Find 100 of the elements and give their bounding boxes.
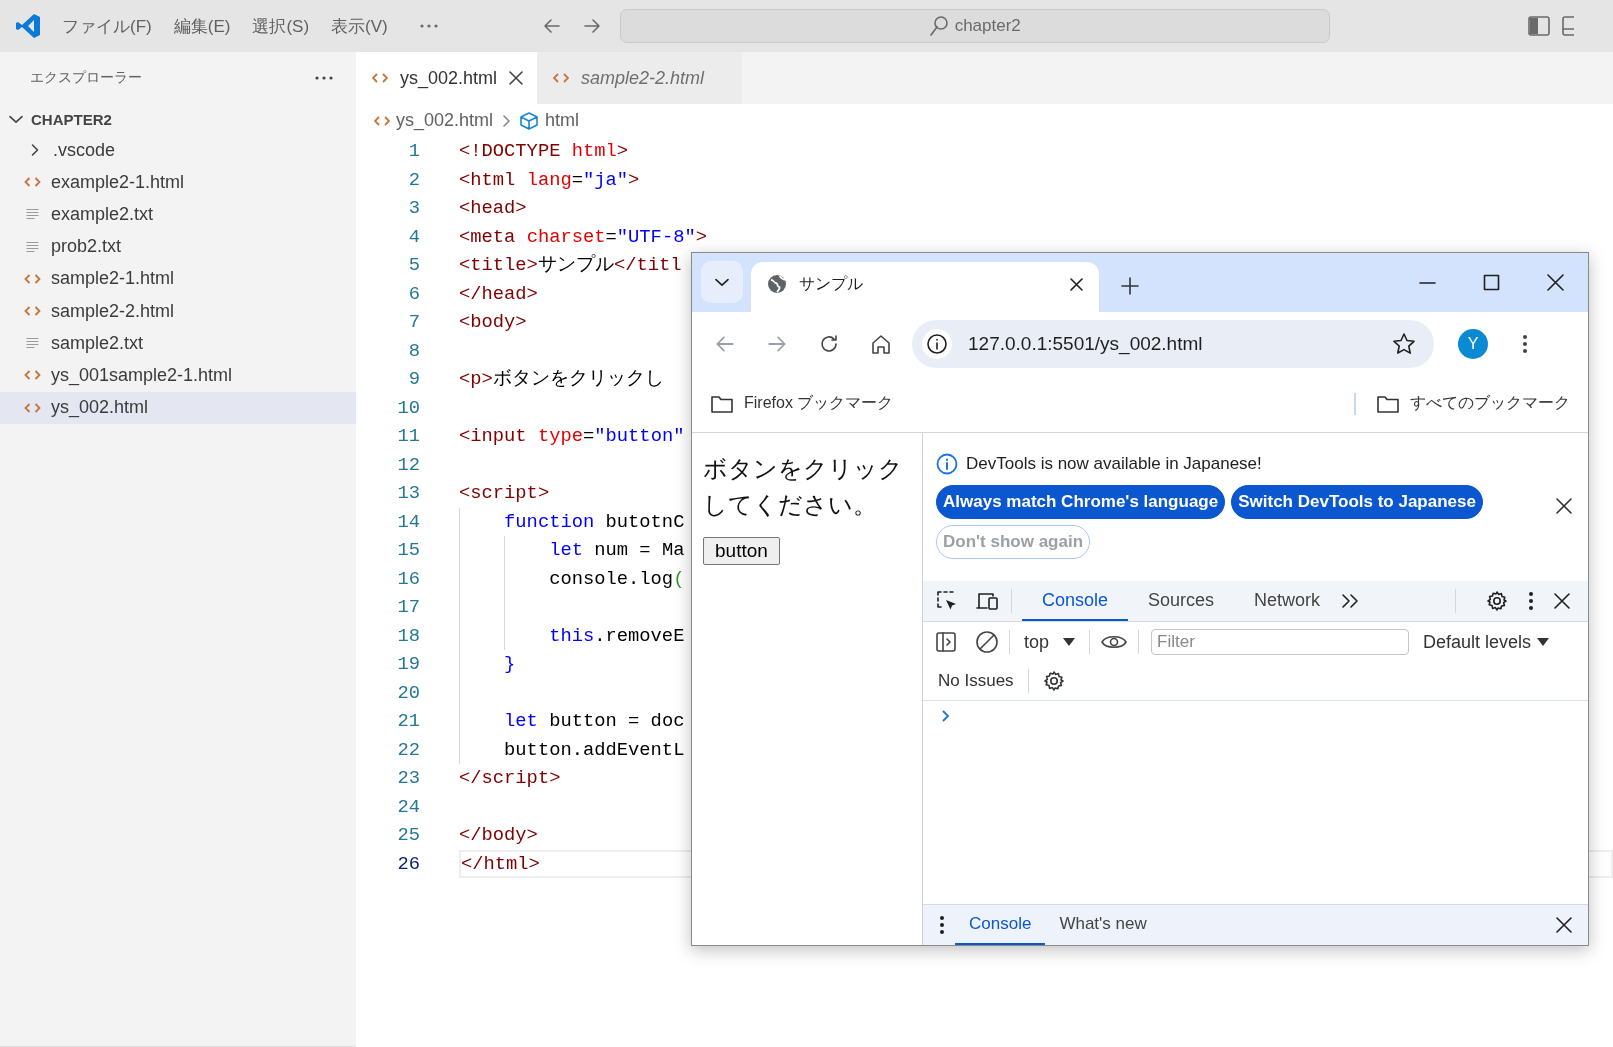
- file-item[interactable]: example2-1.html: [0, 166, 356, 199]
- line-number: 7: [407, 310, 420, 335]
- issues-settings-icon[interactable]: [1042, 670, 1065, 692]
- more-icon[interactable]: [418, 23, 439, 29]
- log-levels-dropdown[interactable]: Default levels: [1423, 631, 1550, 653]
- line-number: 24: [396, 794, 420, 820]
- close-tab-icon[interactable]: [1070, 277, 1083, 291]
- drawer-tab[interactable]: Console: [955, 905, 1046, 945]
- line-number: 23: [396, 766, 420, 791]
- line-number: 2: [407, 167, 420, 193]
- code-file-icon: [372, 72, 388, 84]
- code-file-icon: [24, 272, 41, 285]
- caret-icon: [1537, 638, 1550, 646]
- bookmark-folder[interactable]: すべてのブックマーク: [1376, 393, 1570, 414]
- breadcrumb-item[interactable]: ys_002.html: [396, 110, 494, 131]
- file-item[interactable]: sample2.txt: [0, 327, 356, 360]
- menu-icon[interactable]: [939, 915, 945, 935]
- line-number: 8: [407, 338, 420, 364]
- code-file-icon: [24, 369, 41, 382]
- menu-item[interactable]: ファイル(F): [51, 10, 163, 42]
- line-number: 12: [396, 452, 420, 478]
- line-number: 26: [396, 851, 420, 877]
- search-field[interactable]: chapter2: [619, 9, 1330, 43]
- line-number: 17: [396, 595, 420, 620]
- editor-tab[interactable]: ys_002.html: [356, 52, 538, 104]
- line-number: 21: [396, 709, 420, 734]
- close-icon[interactable]: [1556, 917, 1572, 933]
- file-item[interactable]: .vscode: [0, 134, 356, 167]
- line-number: 10: [396, 395, 420, 421]
- prompt-chevron-icon[interactable]: [941, 709, 951, 723]
- code-file-icon: [553, 72, 570, 84]
- home-icon[interactable]: [870, 332, 892, 355]
- line-number: 6: [407, 281, 420, 307]
- settings-icon[interactable]: [1486, 590, 1508, 612]
- file-item[interactable]: sample2-1.html: [0, 262, 356, 295]
- sidebar-layout-icon[interactable]: [1527, 16, 1550, 36]
- close-icon[interactable]: [509, 71, 524, 85]
- more-icon[interactable]: [314, 75, 334, 81]
- line-number: 19: [396, 652, 420, 677]
- new-tab-icon[interactable]: [1121, 277, 1139, 295]
- bookmark-star-icon[interactable]: [1392, 331, 1416, 356]
- close-icon[interactable]: [1556, 498, 1572, 514]
- infobar-button[interactable]: Switch DevTools to Japanese: [1231, 485, 1483, 519]
- cube-icon: [519, 110, 540, 131]
- clear-console-icon[interactable]: [975, 630, 999, 654]
- back-arrow-icon[interactable]: [541, 16, 562, 36]
- line-number: 3: [407, 196, 420, 221]
- text-file-icon: [24, 240, 41, 253]
- line-number: 15: [396, 538, 420, 563]
- line-number: 20: [396, 680, 420, 706]
- menu-item[interactable]: 編集(E): [162, 10, 242, 42]
- folder-row[interactable]: CHAPTER2: [0, 104, 356, 134]
- address-bar[interactable]: 127.0.0.1:5501/ys_002.html: [912, 319, 1434, 368]
- reload-icon[interactable]: [818, 332, 840, 355]
- file-item[interactable]: example2.txt: [0, 198, 356, 231]
- panel-layout-icon[interactable]: [1561, 16, 1574, 36]
- drawer-tab[interactable]: What's new: [1045, 905, 1161, 945]
- file-item[interactable]: prob2.txt: [0, 230, 356, 263]
- close-window-icon[interactable]: [1547, 274, 1564, 291]
- code-file-icon: [374, 114, 390, 127]
- globe-icon: [767, 274, 787, 294]
- menu-icon[interactable]: [1522, 333, 1528, 354]
- file-item[interactable]: sample2-2.html: [0, 294, 356, 328]
- text-file-icon: [24, 208, 41, 221]
- info-icon: [936, 453, 958, 475]
- devtools-tab[interactable]: Console: [1022, 581, 1129, 621]
- line-number: 9: [407, 367, 420, 392]
- file-item[interactable]: ys_001sample2-1.html: [0, 359, 356, 392]
- profile-avatar[interactable]: Y: [1458, 328, 1488, 359]
- panel-title: エクスプローラー: [30, 69, 142, 87]
- page-button[interactable]: button: [703, 537, 780, 565]
- sidebar-toggle-icon[interactable]: [935, 631, 957, 653]
- bookmark-folder[interactable]: Firefox ブックマーク: [710, 393, 894, 414]
- line-number: 18: [396, 623, 420, 649]
- line-number: 5: [407, 253, 420, 278]
- close-icon[interactable]: [1554, 593, 1570, 609]
- menu-item[interactable]: 選択(S): [241, 10, 321, 42]
- code-file-icon: [24, 176, 41, 189]
- line-number: 22: [396, 737, 420, 763]
- maximize-icon[interactable]: [1483, 274, 1500, 291]
- editor-tab[interactable]: sample2-2.html: [537, 52, 743, 104]
- line-number: 11: [396, 424, 420, 449]
- forward-arrow-icon[interactable]: [581, 16, 602, 36]
- menu-item[interactable]: 表示(V): [320, 10, 399, 42]
- infobar-message: DevTools is now available in Japanese!: [966, 454, 1262, 474]
- menu-icon[interactable]: [1528, 591, 1534, 611]
- caret-icon: [1063, 638, 1076, 646]
- file-item[interactable]: ys_002.html: [0, 391, 356, 424]
- code-file-icon: [24, 305, 41, 318]
- search-icon: [928, 15, 949, 37]
- filter-field[interactable]: Filter: [1151, 629, 1410, 655]
- infobar-button[interactable]: Always match Chrome's language: [936, 485, 1226, 519]
- folder-icon: [1376, 393, 1400, 414]
- context-dropdown[interactable]: top: [1020, 631, 1080, 653]
- breadcrumb-item[interactable]: html: [545, 110, 580, 131]
- more-tabs-icon[interactable]: [1340, 591, 1361, 611]
- info-icon[interactable]: [926, 332, 948, 355]
- browser-tab[interactable]: サンプル: [751, 262, 1099, 312]
- folder-icon: [710, 393, 734, 414]
- app-logo-icon[interactable]: [14, 12, 42, 40]
